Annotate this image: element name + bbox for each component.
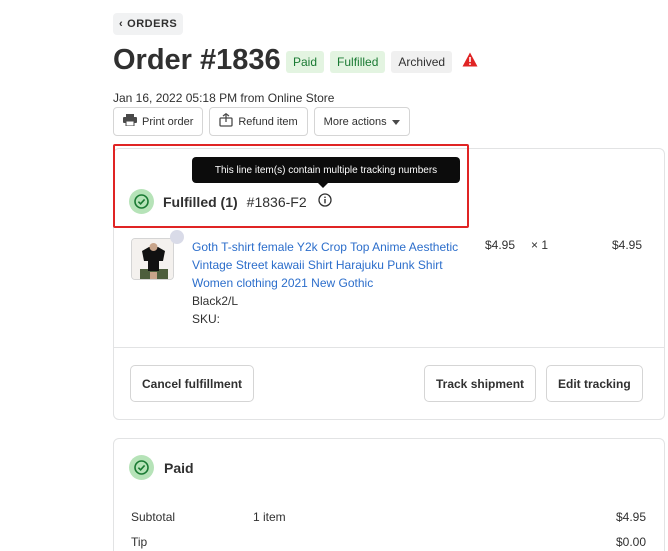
status-badge-archived: Archived (391, 51, 453, 73)
cancel-fulfillment-button[interactable]: Cancel fulfillment (130, 365, 255, 402)
check-circle-icon (129, 455, 154, 480)
fulfillment-code: #1836-F2 (246, 193, 307, 210)
summary-detail: 1 item (253, 510, 286, 524)
summary-amount: $0.00 (615, 535, 646, 549)
refund-item-button[interactable]: Refund item (209, 107, 308, 136)
back-to-orders-button[interactable]: ‹ ORDERS (113, 13, 184, 35)
warning-icon[interactable] (462, 52, 478, 72)
edit-tracking-button[interactable]: Edit tracking (546, 365, 643, 402)
payment-header: Paid (129, 455, 194, 480)
summary-label: Tip (131, 535, 148, 549)
status-badge-paid: Paid (286, 51, 325, 73)
refund-item-label: Refund item (238, 115, 298, 128)
more-actions-button[interactable]: More actions (313, 107, 410, 136)
tracking-tooltip: This line item(s) contain multiple track… (192, 157, 460, 188)
product-title-line: Goth T-shirt female Y2k Crop Top Anime A… (192, 240, 459, 254)
status-badge-fulfilled: Fulfilled (330, 51, 386, 73)
summary-amount: $4.95 (615, 510, 646, 524)
payment-card (113, 438, 665, 551)
order-actions: Print order Refund item More actions (113, 107, 410, 136)
quantity: × 1 (531, 238, 549, 252)
status-badges: Paid Fulfilled Archived (286, 51, 478, 73)
line-total: $4.95 (612, 238, 643, 252)
variant-label: Black2/L (192, 294, 239, 308)
back-label: ORDERS (127, 18, 178, 30)
check-circle-icon (129, 189, 154, 214)
chevron-left-icon: ‹ (119, 18, 124, 30)
product-title-line: Vintage Street kawaii Shirt Harajuku Pun… (192, 258, 443, 272)
printer-icon (123, 114, 137, 129)
product-thumbnail[interactable] (131, 238, 174, 280)
track-shipment-button[interactable]: Track shipment (424, 365, 537, 402)
payment-title: Paid (164, 459, 194, 476)
refund-icon (219, 112, 234, 130)
sku-label: SKU: (192, 312, 221, 326)
fulfillment-title: Fulfilled (1) (163, 193, 238, 210)
chevron-down-icon (391, 116, 400, 128)
page-title: Order #1836 (113, 44, 281, 76)
quantity-indicator (170, 230, 184, 244)
card-divider (113, 347, 665, 348)
product-title-line: Women clothing 2021 New Gothic (192, 276, 374, 290)
print-order-label: Print order (142, 115, 194, 128)
summary-label: Subtotal (131, 510, 176, 524)
print-order-button[interactable]: Print order (113, 107, 204, 136)
more-actions-label: More actions (323, 115, 387, 128)
info-icon[interactable] (317, 193, 332, 210)
unit-price: $4.95 (485, 238, 516, 252)
fulfillment-header: Fulfilled (1) #1836-F2 (129, 189, 332, 214)
order-subline: Jan 16, 2022 05:18 PM from Online Store (113, 91, 335, 105)
product-meta: Black2/L SKU: (192, 292, 238, 328)
product-title-link[interactable]: Goth T-shirt female Y2k Crop Top Anime A… (192, 238, 484, 292)
